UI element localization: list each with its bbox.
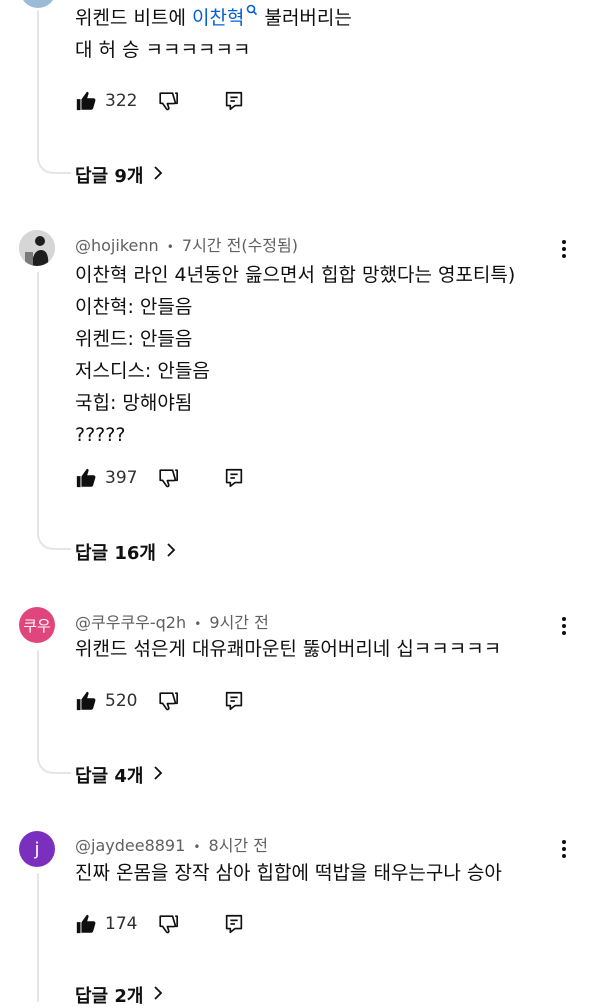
thread-curve <box>37 526 71 550</box>
comment-text: 이찬혁 라인 4년동안 읊으면서 힙합 망했다는 영포티특) 이찬혁: 안들음 … <box>75 259 515 451</box>
avatar[interactable]: j <box>19 831 55 867</box>
author-handle[interactable]: @쿠우쿠우-q2h <box>75 613 186 632</box>
avatar[interactable] <box>20 0 56 8</box>
thumbs-down-icon[interactable] <box>157 690 179 712</box>
replies-label: 답글 2개 <box>75 986 144 1007</box>
comment-line: 위캔드 섞은게 대유쾌마운틴 뚫어버리네 십ㅋㅋㅋㅋㅋ <box>75 638 502 660</box>
meta-separator: • <box>166 240 174 254</box>
comment-text: 위켄드 비트에 이찬혁 불러버리는 대 허 승 ㅋㅋㅋㅋㅋㅋ <box>75 2 352 66</box>
thumbs-up-icon[interactable] <box>75 690 97 712</box>
reply-icon[interactable] <box>223 467 245 489</box>
more-vertical-icon[interactable] <box>555 237 573 261</box>
comment-meta: @hojikenn • 7시간 전(수정됨) <box>75 232 298 256</box>
search-icon <box>247 4 258 16</box>
replies-label: 답글 16개 <box>75 543 156 564</box>
avatar-silhouette-icon <box>19 230 55 266</box>
chevron-right-icon <box>166 542 176 563</box>
replies-label: 답글 4개 <box>75 766 144 787</box>
view-replies-button[interactable]: 답글 2개 <box>75 982 163 1008</box>
reply-icon[interactable] <box>223 690 245 712</box>
comment-actions: 397 <box>75 463 245 493</box>
replies-label: 답글 9개 <box>75 166 144 187</box>
chevron-right-icon <box>153 985 163 1006</box>
comment-line: ????? <box>75 424 126 446</box>
thread-curve <box>37 150 71 174</box>
mention-link[interactable]: 이찬혁 <box>192 4 258 29</box>
comment-line: 저스디스: 안들음 <box>75 360 210 382</box>
comment-line: 위켄드: 안들음 <box>75 328 193 350</box>
thread-line <box>37 10 39 150</box>
avatar[interactable]: 쿠우 <box>19 607 55 643</box>
thumbs-down-icon[interactable] <box>157 467 179 489</box>
thread-line <box>37 873 39 1002</box>
meta-separator: • <box>193 840 201 854</box>
view-replies-button[interactable]: 답글 4개 <box>75 762 163 788</box>
thumbs-up-icon[interactable] <box>75 913 97 935</box>
reply-icon[interactable] <box>223 90 245 112</box>
avatar[interactable] <box>19 230 55 266</box>
author-handle[interactable]: @hojikenn <box>75 236 159 255</box>
comment-actions: 174 <box>75 909 245 939</box>
like-count: 322 <box>105 91 138 111</box>
timestamp: 9시간 전 <box>209 613 269 632</box>
thumbs-up-icon[interactable] <box>75 90 97 112</box>
thread-line <box>37 272 39 528</box>
comment-line: 국힙: 망해야됨 <box>75 392 193 414</box>
like-count: 397 <box>105 468 138 488</box>
comment-line: 이찬혁: 안들음 <box>75 296 193 318</box>
more-vertical-icon[interactable] <box>555 837 573 861</box>
like-count: 520 <box>105 691 138 711</box>
avatar-initials: 쿠우 <box>23 616 51 635</box>
comment-meta: @jaydee8891 • 8시간 전 <box>75 832 268 856</box>
timestamp: 7시간 전(수정됨) <box>181 236 298 255</box>
comment-text: 위캔드 섞은게 대유쾌마운틴 뚫어버리네 십ㅋㅋㅋㅋㅋ <box>75 633 501 665</box>
thread-line <box>37 650 39 752</box>
meta-separator: • <box>194 617 202 631</box>
view-replies-button[interactable]: 답글 9개 <box>75 162 163 188</box>
chevron-right-icon <box>153 765 163 786</box>
comment-line: 이찬혁 라인 4년동안 읊으면서 힙합 망했다는 영포티특) <box>75 264 516 286</box>
thumbs-down-icon[interactable] <box>157 90 179 112</box>
timestamp: 8시간 전 <box>208 836 268 855</box>
reply-icon[interactable] <box>223 913 245 935</box>
comment-line: 위켄드 비트에 이찬혁 불러버리는 <box>75 2 352 34</box>
comment-meta: @쿠우쿠우-q2h • 9시간 전 <box>75 609 269 633</box>
thumbs-down-icon[interactable] <box>157 913 179 935</box>
comment-actions: 322 <box>75 86 245 116</box>
comment-line: 대 허 승 ㅋㅋㅋㅋㅋㅋ <box>75 39 251 61</box>
avatar-initials: j <box>34 838 40 860</box>
like-count: 174 <box>105 914 138 934</box>
view-replies-button[interactable]: 답글 16개 <box>75 539 176 565</box>
comment-line: 진짜 온몸을 장작 삼아 힙합에 떡밥을 태우는구나 승아 <box>75 862 502 884</box>
more-vertical-icon[interactable] <box>555 614 573 638</box>
thread-curve <box>37 750 71 774</box>
comment-text: 진짜 온몸을 장작 삼아 힙합에 떡밥을 태우는구나 승아 <box>75 857 502 889</box>
chevron-right-icon <box>153 165 163 186</box>
thumbs-up-icon[interactable] <box>75 467 97 489</box>
author-handle[interactable]: @jaydee8891 <box>75 836 185 855</box>
comment-actions: 520 <box>75 686 245 716</box>
